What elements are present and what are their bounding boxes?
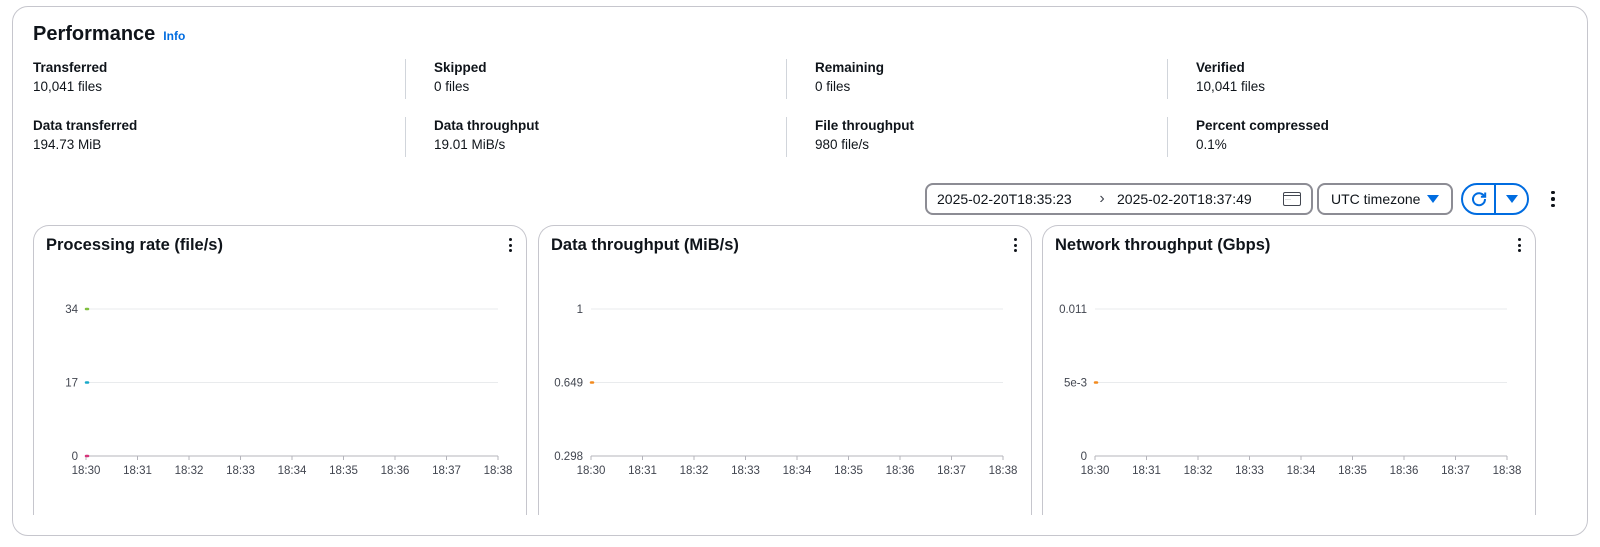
x-tick-label: 18:33 bbox=[1235, 465, 1264, 477]
x-tick-label: 18:33 bbox=[731, 465, 760, 477]
x-tick-label: 18:37 bbox=[1441, 465, 1470, 477]
stat-label: Remaining bbox=[815, 60, 885, 75]
y-tick-label: 34 bbox=[65, 304, 78, 316]
y-tick-label: 0 bbox=[1081, 451, 1087, 463]
performance-panel: Performance Info Transferred 10,041 file… bbox=[12, 6, 1588, 536]
timezone-label: UTC timezone bbox=[1331, 191, 1421, 207]
date-range-picker[interactable]: 2025-02-20T18:35:23 › 2025-02-20T18:37:4… bbox=[925, 183, 1313, 215]
x-tick-label: 18:30 bbox=[1081, 465, 1110, 477]
refresh-split-button bbox=[1461, 183, 1529, 215]
chart-processing-rate: 0 17 34 18:30 18:31 18:32 18:33 18:34 18:35 18:36… bbox=[65, 304, 513, 477]
x-tick-label: 18:35 bbox=[329, 465, 358, 477]
caret-down-icon bbox=[1427, 195, 1439, 203]
y-tick-label: 0.011 bbox=[1059, 304, 1087, 316]
stat-value: 980 file/s bbox=[815, 137, 870, 152]
y-tick-label: 0.649 bbox=[554, 378, 583, 390]
x-tick-label: 18:32 bbox=[175, 465, 204, 477]
y-tick-label: 0 bbox=[72, 451, 78, 463]
x-tick-label: 18:38 bbox=[1493, 465, 1522, 477]
x-tick-label: 18:34 bbox=[1287, 465, 1316, 477]
x-tick-label: 18:31 bbox=[123, 465, 152, 477]
x-tick-label: 18:31 bbox=[628, 465, 657, 477]
x-tick-label: 18:32 bbox=[680, 465, 709, 477]
x-tick-label: 18:33 bbox=[226, 465, 255, 477]
stat-label: Percent compressed bbox=[1196, 118, 1329, 133]
x-tick-label: 18:37 bbox=[937, 465, 966, 477]
x-tick-label: 18:38 bbox=[989, 465, 1018, 477]
stat-transferred: Transferred 10,041 files bbox=[33, 59, 405, 99]
chart-network-throughput: 0 5e-3 0.011 18:30 18:31 18:32 18:33 18:34 18:35… bbox=[1059, 304, 1522, 477]
stat-value: 0 files bbox=[815, 79, 851, 94]
stat-label: Skipped bbox=[434, 60, 487, 75]
more-options-icon[interactable] bbox=[1543, 187, 1563, 211]
x-tick-label: 18:36 bbox=[886, 465, 915, 477]
x-tick-label: 18:30 bbox=[577, 465, 606, 477]
x-tick-label: 18:36 bbox=[1390, 465, 1419, 477]
chart-card-network-throughput: Network throughput (Gbps) 0 5e-3 0.011 18:3… bbox=[1042, 225, 1536, 515]
stat-label: Transferred bbox=[33, 60, 108, 75]
stat-value: 0 files bbox=[434, 79, 470, 94]
stat-verified: Verified 10,041 files bbox=[1167, 59, 1548, 99]
stat-percent-compressed: Percent compressed 0.1% bbox=[1167, 117, 1548, 157]
chart-card-data-throughput: Data throughput (MiB/s) 0.298 0.649 1 18:30… bbox=[538, 225, 1032, 515]
x-tick-label: 18:38 bbox=[484, 465, 513, 477]
chart-card-processing-rate: Processing rate (file/s) 0 17 34 18:30 18:31… bbox=[33, 225, 527, 515]
y-tick-label: 17 bbox=[65, 378, 78, 390]
x-tick-label: 18:31 bbox=[1132, 465, 1161, 477]
page-title: Performance bbox=[33, 23, 156, 45]
x-tick-label: 18:34 bbox=[783, 465, 812, 477]
x-tick-label: 18:37 bbox=[432, 465, 461, 477]
stat-file-throughput: File throughput 980 file/s bbox=[786, 117, 1167, 157]
stat-label: Verified bbox=[1196, 60, 1245, 75]
stat-data-throughput: Data throughput 19.01 MiB/s bbox=[405, 117, 786, 157]
range-end: 2025-02-20T18:37:49 bbox=[1117, 191, 1252, 207]
range-start: 2025-02-20T18:35:23 bbox=[937, 191, 1072, 207]
stats-grid: Transferred 10,041 files Skipped 0 files… bbox=[33, 59, 1573, 175]
stat-value: 10,041 files bbox=[33, 79, 103, 94]
x-tick-label: 18:32 bbox=[1184, 465, 1213, 477]
stat-label: Data transferred bbox=[33, 118, 138, 133]
stat-value: 0.1% bbox=[1196, 137, 1227, 152]
refresh-icon bbox=[1471, 192, 1486, 207]
timezone-select[interactable]: UTC timezone bbox=[1317, 183, 1453, 215]
calendar-icon bbox=[1283, 192, 1301, 206]
x-tick-label: 18:35 bbox=[1338, 465, 1367, 477]
chart-data-throughput: 0.298 0.649 1 18:30 18:31 18:32 18:33 18:34 18:3… bbox=[554, 304, 1018, 477]
refresh-button[interactable] bbox=[1463, 185, 1496, 213]
chart-controls: 2025-02-20T18:35:23 › 2025-02-20T18:37:4… bbox=[925, 183, 1563, 215]
stat-data-transferred: Data transferred 194.73 MiB bbox=[33, 117, 405, 157]
x-tick-label: 18:30 bbox=[72, 465, 101, 477]
refresh-menu-button[interactable] bbox=[1496, 185, 1527, 213]
x-tick-label: 18:36 bbox=[381, 465, 410, 477]
panel-header: Performance Info bbox=[33, 23, 185, 46]
stat-label: Data throughput bbox=[434, 118, 539, 133]
chevron-right-icon: › bbox=[1099, 190, 1105, 207]
y-tick-label: 1 bbox=[577, 304, 583, 316]
stats-row: Data transferred 194.73 MiB Data through… bbox=[33, 117, 1573, 175]
stat-label: File throughput bbox=[815, 118, 914, 133]
stat-value: 194.73 MiB bbox=[33, 137, 102, 152]
stat-value: 19.01 MiB/s bbox=[434, 137, 506, 152]
x-tick-label: 18:34 bbox=[278, 465, 307, 477]
caret-down-icon bbox=[1505, 195, 1518, 203]
x-tick-label: 18:35 bbox=[834, 465, 863, 477]
stat-value: 10,041 files bbox=[1196, 79, 1266, 94]
y-tick-label: 5e-3 bbox=[1064, 378, 1087, 390]
stat-skipped: Skipped 0 files bbox=[405, 59, 786, 99]
y-tick-label: 0.298 bbox=[554, 451, 583, 463]
info-link[interactable]: Info bbox=[163, 29, 185, 43]
stat-remaining: Remaining 0 files bbox=[786, 59, 1167, 99]
stats-row: Transferred 10,041 files Skipped 0 files… bbox=[33, 59, 1573, 117]
